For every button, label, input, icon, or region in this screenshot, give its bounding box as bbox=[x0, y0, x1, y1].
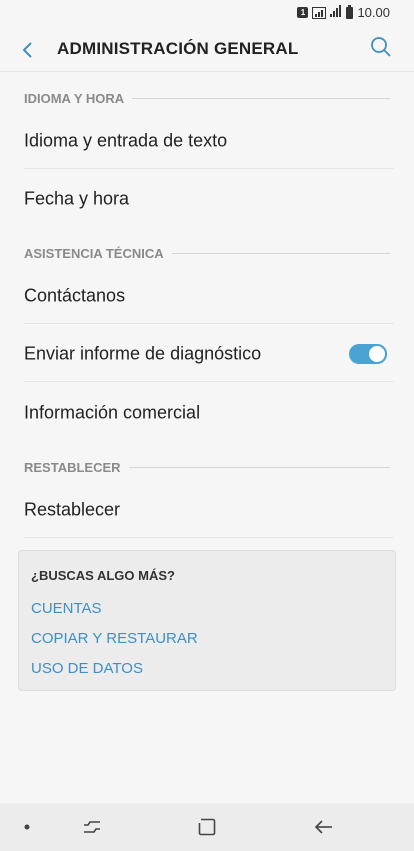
row-divider bbox=[24, 537, 394, 538]
section-header-support: ASISTENCIA TÉCNICA bbox=[24, 243, 390, 263]
section-label: IDIOMA Y HORA bbox=[24, 90, 125, 106]
section-label: RESTABLECER bbox=[24, 459, 121, 475]
toggle-thumb bbox=[367, 344, 387, 364]
row-label: Idioma y entrada de texto bbox=[24, 130, 228, 151]
app-header: ADMINISTRACIÓN GENERAL bbox=[0, 26, 414, 72]
section-label: ASISTENCIA TÉCNICA bbox=[24, 245, 164, 261]
clock: 10.00 bbox=[357, 5, 390, 20]
link-backup-restore[interactable]: COPIAR Y RESTAURAR bbox=[31, 630, 198, 647]
suggestions-title: ¿BUSCAS ALGO MÁS? bbox=[31, 568, 175, 583]
row-label: Contáctanos bbox=[24, 285, 126, 306]
row-label: Fecha y hora bbox=[24, 188, 130, 209]
row-label: Información comercial bbox=[24, 402, 201, 423]
row-divider bbox=[24, 323, 394, 324]
row-label: Enviar informe de diagnóstico bbox=[24, 343, 262, 364]
row-language-input[interactable]: Idioma y entrada de texto bbox=[0, 113, 414, 169]
search-icon bbox=[371, 37, 391, 57]
section-header-reset: RESTABLECER bbox=[24, 457, 390, 477]
nav-dot-button[interactable] bbox=[3, 803, 51, 851]
diagnostics-toggle[interactable] bbox=[349, 344, 387, 364]
status-indicators: 1 10.00 bbox=[297, 4, 390, 20]
signal-bars-icon bbox=[330, 5, 342, 20]
search-button[interactable] bbox=[370, 36, 394, 60]
row-reset[interactable]: Restablecer bbox=[0, 482, 414, 538]
row-divider bbox=[24, 168, 394, 169]
row-contact-us[interactable]: Contáctanos bbox=[0, 268, 414, 324]
home-square-icon bbox=[198, 818, 216, 836]
back-arrow-icon bbox=[314, 820, 332, 834]
chevron-left-icon bbox=[22, 42, 32, 58]
section-divider bbox=[171, 252, 390, 254]
row-date-time[interactable]: Fecha y hora bbox=[0, 171, 414, 227]
navigation-bar bbox=[0, 803, 414, 851]
signal-icon bbox=[312, 6, 327, 19]
row-label: Restablecer bbox=[24, 499, 121, 520]
status-bar: 1 10.00 bbox=[0, 0, 414, 26]
nav-recents-button[interactable] bbox=[68, 803, 116, 851]
recents-icon bbox=[84, 821, 100, 833]
suggestions-card: ¿BUSCAS ALGO MÁS? CUENTAS COPIAR Y RESTA… bbox=[18, 550, 396, 691]
page-title: ADMINISTRACIÓN GENERAL bbox=[57, 39, 299, 58]
row-marketing-info[interactable]: Información comercial bbox=[0, 385, 414, 441]
sim-icon: 1 bbox=[297, 7, 309, 18]
row-divider bbox=[24, 381, 394, 382]
nav-back-button[interactable] bbox=[300, 803, 348, 851]
back-button[interactable] bbox=[14, 36, 42, 64]
section-divider bbox=[132, 97, 390, 99]
section-header-language: IDIOMA Y HORA bbox=[24, 88, 390, 108]
dot-icon bbox=[24, 824, 30, 830]
header-divider bbox=[0, 71, 414, 72]
link-accounts[interactable]: CUENTAS bbox=[31, 600, 102, 617]
battery-icon bbox=[346, 4, 354, 19]
section-divider bbox=[128, 466, 390, 468]
nav-home-button[interactable] bbox=[183, 803, 231, 851]
row-send-diagnostics[interactable]: Enviar informe de diagnóstico bbox=[0, 326, 414, 382]
link-data-usage[interactable]: USO DE DATOS bbox=[31, 660, 143, 677]
